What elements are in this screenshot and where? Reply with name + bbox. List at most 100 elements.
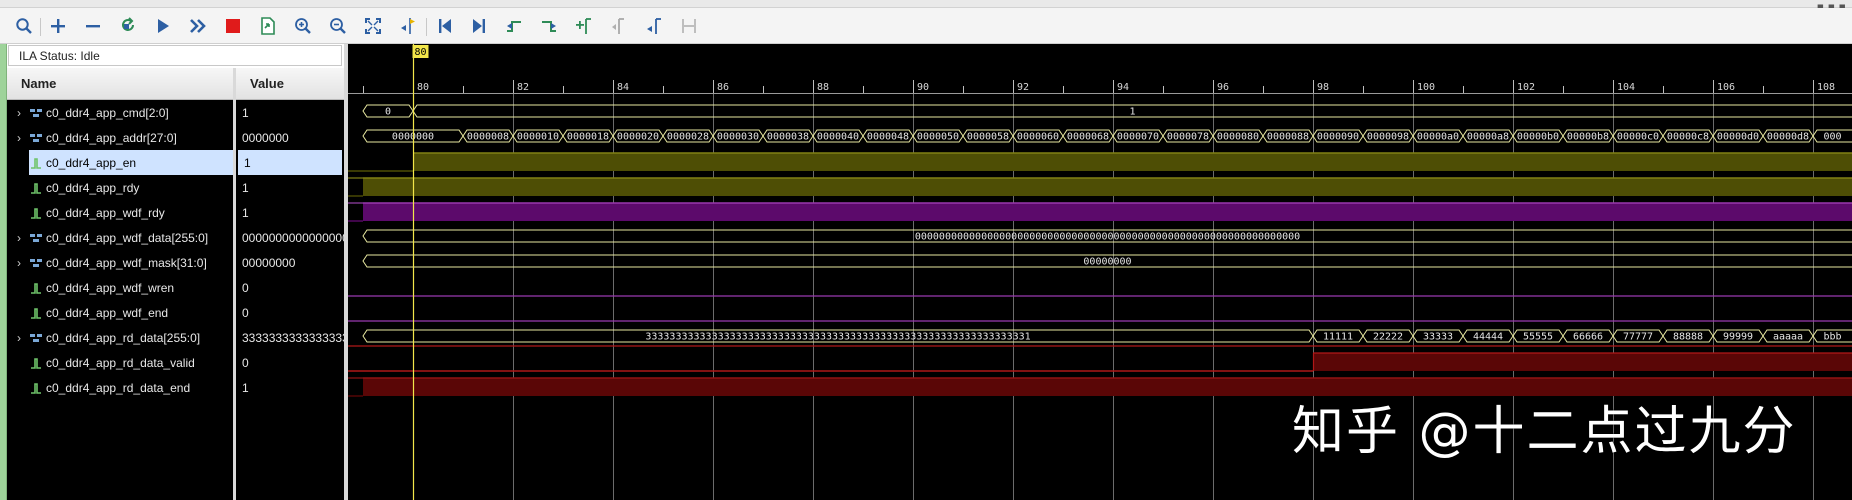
expand-chevron-icon[interactable]: ›: [14, 331, 24, 345]
go-to-cursor-icon[interactable]: [395, 14, 421, 38]
rd-data-wave-value-label: 22222: [1373, 332, 1403, 343]
zoom-in-icon[interactable]: [290, 14, 316, 38]
toolbar-separator: [426, 18, 427, 36]
addr-wave-value-label: 0000028: [667, 132, 709, 143]
bus-signal-icon: [29, 231, 43, 245]
panel-edge-strip: [0, 44, 7, 500]
ruler-tick-label: 84: [617, 82, 629, 93]
ila-status: ILA Status: Idle: [8, 45, 342, 66]
signal-value[interactable]: 00000000: [236, 250, 344, 275]
signal-row[interactable]: › c0_ddr4_app_wdf_data[255:0]: [7, 225, 233, 250]
signal-row[interactable]: c0_ddr4_app_rdy: [7, 175, 233, 200]
bus-signal-icon: [29, 131, 43, 145]
bit-signal-icon: [29, 306, 43, 320]
signal-row[interactable]: › c0_ddr4_app_rd_data[255:0]: [7, 325, 233, 350]
rd-data-wave-value-label: bbb: [1823, 332, 1841, 343]
signal-value[interactable]: 1: [236, 375, 344, 400]
run-immediate-icon[interactable]: [185, 14, 211, 38]
en-wave-high: [413, 153, 1852, 171]
rd-data-wave-value-label: 55555: [1523, 332, 1553, 343]
signal-row[interactable]: c0_ddr4_app_en: [29, 150, 243, 175]
stop-icon[interactable]: [220, 14, 246, 38]
addr-wave-value-label: 00000a8: [1467, 132, 1509, 143]
rdy-wave-high: [363, 178, 1852, 196]
addr-wave-value-label: 0000060: [1017, 132, 1059, 143]
signal-row[interactable]: › c0_ddr4_app_wdf_mask[31:0]: [7, 250, 233, 275]
rd-valid-wave-high: [1313, 353, 1852, 371]
rd-data-wave-value-label: 77777: [1623, 332, 1653, 343]
zoom-fit-icon[interactable]: [360, 14, 386, 38]
signal-value[interactable]: 0: [236, 300, 344, 325]
next-marker-icon[interactable]: [641, 14, 667, 38]
signal-name: c0_ddr4_app_rdy: [46, 180, 140, 195]
addr-wave-value-label: 0000070: [1117, 132, 1159, 143]
ruler-tick-label: 96: [1217, 82, 1229, 93]
rd-data-wave-value-label: 33333: [1423, 332, 1453, 343]
addr-wave-value-label: 0000050: [917, 132, 959, 143]
remove-signal-minus-icon[interactable]: [80, 14, 106, 38]
rd-data-wave-value-label: 88888: [1673, 332, 1703, 343]
signal-row[interactable]: c0_ddr4_app_wdf_rdy: [7, 200, 233, 225]
run-trigger-icon[interactable]: [150, 14, 176, 38]
ruler-tick-label: 106: [1717, 82, 1735, 93]
previous-transition-icon[interactable]: [501, 14, 527, 38]
addr-wave-value-label: 0000020: [617, 132, 659, 143]
addr-wave-value-label: 0000068: [1067, 132, 1109, 143]
signal-value[interactable]: 1: [238, 150, 342, 175]
name-column-header[interactable]: Name: [7, 68, 233, 100]
signal-value[interactable]: 1: [236, 100, 344, 125]
addr-wave-value-label: 00000c8: [1667, 132, 1709, 143]
signal-value[interactable]: 1: [236, 175, 344, 200]
signal-value[interactable]: 0000000: [236, 125, 344, 150]
bit-signal-icon: [29, 281, 43, 295]
signal-name: c0_ddr4_app_wdf_mask[31:0]: [46, 255, 207, 270]
rd-data-wave-value-label: 44444: [1473, 332, 1503, 343]
signal-value[interactable]: 3333333333333333: [236, 325, 344, 350]
rd-data-wave-value-label: aaaaa: [1773, 332, 1803, 343]
expand-chevron-icon[interactable]: ›: [14, 106, 24, 120]
next-transition-icon[interactable]: [536, 14, 562, 38]
ruler-tick-label: 98: [1317, 82, 1329, 93]
addr-wave-value-label: 00000d0: [1717, 132, 1759, 143]
signal-row[interactable]: c0_ddr4_app_rd_data_end: [7, 375, 233, 400]
ila-status-value: Idle: [80, 49, 100, 63]
signal-name: c0_ddr4_app_rd_data[255:0]: [46, 330, 201, 345]
signal-row[interactable]: › c0_ddr4_app_addr[27:0]: [7, 125, 233, 150]
ruler-tick-label: 82: [517, 82, 529, 93]
signal-row[interactable]: c0_ddr4_app_wdf_end: [7, 300, 233, 325]
zoom-out-icon[interactable]: [325, 14, 351, 38]
signal-value[interactable]: 0: [236, 275, 344, 300]
add-marker-icon[interactable]: [571, 14, 597, 38]
signal-row[interactable]: › c0_ddr4_app_cmd[2:0]: [7, 100, 233, 125]
previous-marker-icon[interactable]: [606, 14, 632, 38]
addr-wave-value-label: 0000010: [517, 132, 559, 143]
addr-wave-value-label: 0000090: [1317, 132, 1359, 143]
value-column-header[interactable]: Value: [236, 68, 344, 100]
signal-name: c0_ddr4_app_addr[27:0]: [46, 130, 177, 145]
expand-chevron-icon[interactable]: ›: [14, 231, 24, 245]
go-to-start-icon[interactable]: [432, 14, 458, 38]
signal-value[interactable]: 0: [236, 350, 344, 375]
add-signal-plus-icon[interactable]: [45, 14, 71, 38]
watermark-text: 知乎 @十二点过九分: [1292, 402, 1797, 462]
waveform-toolbar: [0, 8, 1852, 44]
export-icon[interactable]: [255, 14, 281, 38]
swap-cursors-icon[interactable]: [676, 14, 702, 38]
addr-wave-value-label: 0000058: [967, 132, 1009, 143]
signal-value[interactable]: 0000000000000000: [236, 225, 344, 250]
ruler-tick-label: 88: [817, 82, 829, 93]
cursor-label: 80: [414, 47, 426, 58]
signal-value[interactable]: 1: [236, 200, 344, 225]
signal-row[interactable]: c0_ddr4_app_rd_data_valid: [7, 350, 233, 375]
signal-name: c0_ddr4_app_wdf_end: [46, 305, 169, 320]
toolbar-separator: [40, 18, 41, 36]
search-icon[interactable]: [11, 14, 37, 38]
go-to-end-icon[interactable]: [466, 14, 492, 38]
signal-row[interactable]: c0_ddr4_app_wdf_wren: [7, 275, 233, 300]
signal-name: c0_ddr4_app_cmd[2:0]: [46, 105, 169, 120]
refresh-icon[interactable]: [115, 14, 141, 38]
window-top-strip: [0, 0, 1852, 8]
expand-chevron-icon[interactable]: ›: [14, 131, 24, 145]
expand-chevron-icon[interactable]: ›: [14, 256, 24, 270]
signal-name: c0_ddr4_app_wdf_rdy: [46, 205, 165, 220]
